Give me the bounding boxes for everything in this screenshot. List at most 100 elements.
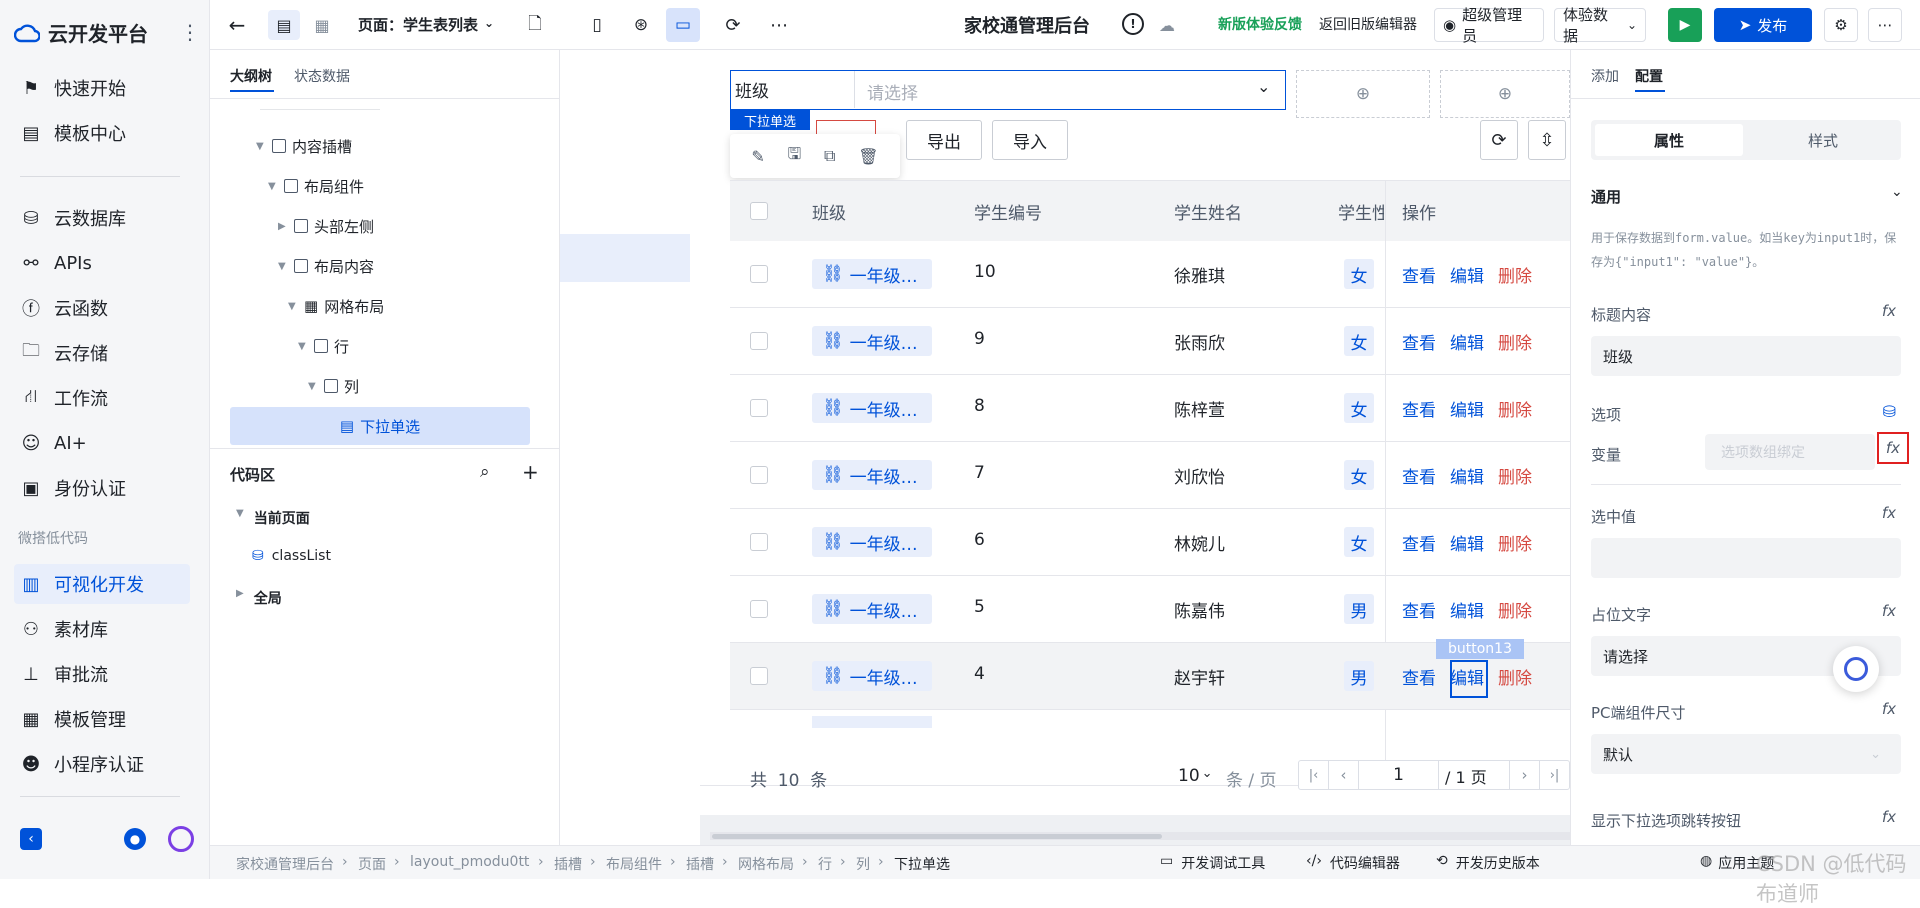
publish-button[interactable]: ➤ 发布 [1714, 8, 1812, 42]
view-link[interactable]: 查看 [1402, 262, 1436, 287]
nav-cloud-db[interactable]: ⛁ 云数据库 [14, 198, 190, 238]
import-button[interactable]: 导入 [992, 120, 1068, 160]
row-checkbox[interactable] [750, 399, 768, 417]
edit-link[interactable]: 编辑 [1450, 396, 1484, 421]
next-page-icon[interactable]: › [1509, 761, 1539, 789]
view-link[interactable]: 查看 [1402, 530, 1436, 555]
first-page-icon[interactable]: |‹ [1299, 761, 1329, 789]
delete-link[interactable]: 删除 [1498, 262, 1532, 287]
tree-node[interactable]: ▼ 布局内容 [278, 248, 374, 284]
nav-visual-dev[interactable]: ▥ 可视化开发 [14, 564, 190, 604]
edit-link[interactable]: 编辑 [1450, 463, 1484, 488]
row-checkbox[interactable] [750, 667, 768, 685]
tree-node[interactable]: ▼ 布局组件 [268, 168, 364, 204]
run-button[interactable]: ▶ [1668, 8, 1702, 42]
tab-state-data[interactable]: 状态数据 [294, 66, 350, 86]
database-icon[interactable]: ⛁ [1883, 402, 1896, 421]
code-item-classlist[interactable]: ⛁ classList [252, 548, 331, 564]
row-checkbox[interactable] [750, 600, 768, 618]
prev-page-icon[interactable]: ‹ [1329, 761, 1359, 789]
copy-icon[interactable]: ⧉ [824, 146, 835, 166]
mobile-icon[interactable]: ▯ [584, 12, 610, 38]
assistant-icon[interactable] [168, 826, 194, 852]
nav-cloud-function[interactable]: ⓕ 云函数 [14, 288, 190, 328]
row-checkbox[interactable] [750, 265, 768, 283]
class-link-tag[interactable]: ⛓ 一年级… [812, 594, 932, 624]
delete-link[interactable]: 删除 [1498, 329, 1532, 354]
tree-node[interactable]: ▼ 行 [298, 328, 349, 364]
layout-view-icon[interactable]: ▦ [306, 10, 338, 40]
segment-properties[interactable]: 属性 [1595, 124, 1743, 156]
code-editor-button[interactable]: ‹/› 代码编辑器 [1306, 853, 1400, 873]
more-vertical-icon[interactable]: ⋮ [180, 20, 200, 44]
info-icon[interactable]: ! [1122, 13, 1144, 35]
nav-template-manage[interactable]: ▦ 模板管理 [14, 699, 190, 739]
refresh-icon[interactable]: ⟳ [720, 12, 746, 38]
history-button[interactable]: ⟲ 开发历史版本 [1436, 853, 1540, 873]
fx-icon[interactable]: fx [1882, 504, 1896, 522]
tab-add[interactable]: 添加 [1591, 66, 1619, 86]
more-button[interactable]: ⋯ [1868, 8, 1902, 42]
return-old-link[interactable]: 返回旧版编辑器 [1319, 14, 1417, 34]
nav-assets[interactable]: ⚇ 素材库 [14, 609, 190, 649]
page-size-select[interactable]: 10 ⌄ [1178, 766, 1213, 786]
new-page-icon[interactable]: 🗋 [522, 12, 548, 38]
breadcrumb-item[interactable]: 布局组件 [606, 854, 662, 874]
back-arrow-icon[interactable]: ← [224, 12, 250, 38]
user-icon[interactable]: ● [124, 828, 146, 850]
breadcrumb-item[interactable]: 网格布局 [738, 854, 794, 874]
segment-style[interactable]: 样式 [1749, 124, 1897, 156]
nav-ai[interactable]: ☺ AI+ [14, 423, 190, 463]
delete-link[interactable]: 删除 [1498, 396, 1532, 421]
refresh-icon[interactable]: ⟳ [1480, 120, 1518, 160]
last-page-icon[interactable]: ›| [1539, 761, 1569, 789]
horizontal-scrollbar[interactable] [712, 834, 1162, 839]
desktop-icon[interactable]: ▭ [666, 8, 700, 42]
fx-icon[interactable]: fx [1882, 700, 1896, 718]
fx-icon[interactable]: fx [1882, 302, 1896, 320]
view-link[interactable]: 查看 [1402, 396, 1436, 421]
nav-apis[interactable]: ⚯ APIs [14, 243, 190, 283]
fx-icon[interactable]: fx [1882, 808, 1896, 826]
breadcrumb-item[interactable]: 下拉单选 [894, 854, 950, 874]
nav-workflow[interactable]: ⛙ 工作流 [14, 378, 190, 418]
class-link-tag[interactable]: ⛓ 一年级… [812, 326, 932, 356]
logo[interactable]: 云开发平台 [14, 18, 148, 47]
class-link-tag[interactable]: ⛓ 一年级… [812, 527, 932, 557]
variable-input[interactable]: 选项数组绑定 [1705, 434, 1875, 470]
tree-node[interactable]: ▶ 头部左侧 [278, 208, 374, 244]
tree-node[interactable]: ▼ 内容插槽 [256, 128, 352, 164]
select-all-checkbox[interactable] [750, 202, 768, 220]
tree-group-current-page[interactable]: ▼ 当前页面 [236, 508, 310, 528]
collapse-icon[interactable]: ‹ [20, 828, 42, 850]
tab-outline[interactable]: 大纲树 [230, 66, 272, 86]
delete-link[interactable]: 删除 [1498, 597, 1532, 622]
breadcrumb-item[interactable]: 行 [818, 854, 832, 874]
fx-icon[interactable]: fx [1882, 602, 1896, 620]
add-column-slot[interactable]: ⊕ [1440, 70, 1570, 118]
nav-miniprogram[interactable]: ☻ 小程序认证 [14, 744, 190, 784]
edit-link[interactable]: 编辑 [1450, 329, 1484, 354]
view-link[interactable]: 查看 [1402, 463, 1436, 488]
tree-node[interactable]: ▼ 列 [308, 368, 359, 404]
view-link[interactable]: 查看 [1402, 597, 1436, 622]
assistant-float-button[interactable] [1833, 646, 1879, 692]
chevron-down-icon[interactable]: ⌄ [1891, 184, 1903, 200]
tab-config[interactable]: 配置 [1635, 66, 1663, 86]
edit-pen-icon[interactable]: ✎ [751, 147, 764, 166]
class-link-tag[interactable]: ⛓ 一年级… [812, 460, 932, 490]
fx-icon-highlighted[interactable]: fx [1877, 432, 1909, 464]
add-column-slot[interactable]: ⊕ [1296, 70, 1430, 118]
breadcrumb-item[interactable]: 插槽 [686, 854, 714, 874]
edit-link[interactable]: 编辑 [1450, 597, 1484, 622]
class-link-tag[interactable]: ⛓ 一年级… [812, 393, 932, 423]
delete-link[interactable]: 删除 [1498, 530, 1532, 555]
settings-button[interactable]: ⚙ [1824, 8, 1858, 42]
admin-button[interactable]: ◉ 超级管理员 [1434, 6, 1544, 45]
class-select[interactable]: 班级 请选择 ⌄ [730, 70, 1286, 110]
breadcrumb-item[interactable]: layout_pmodu0tt [410, 854, 529, 870]
edit-link[interactable]: 编辑 [1450, 530, 1484, 555]
view-link[interactable]: 查看 [1402, 664, 1436, 689]
breadcrumb-item[interactable]: 页面 [358, 854, 386, 874]
current-page-input[interactable]: 1 [1359, 761, 1439, 789]
